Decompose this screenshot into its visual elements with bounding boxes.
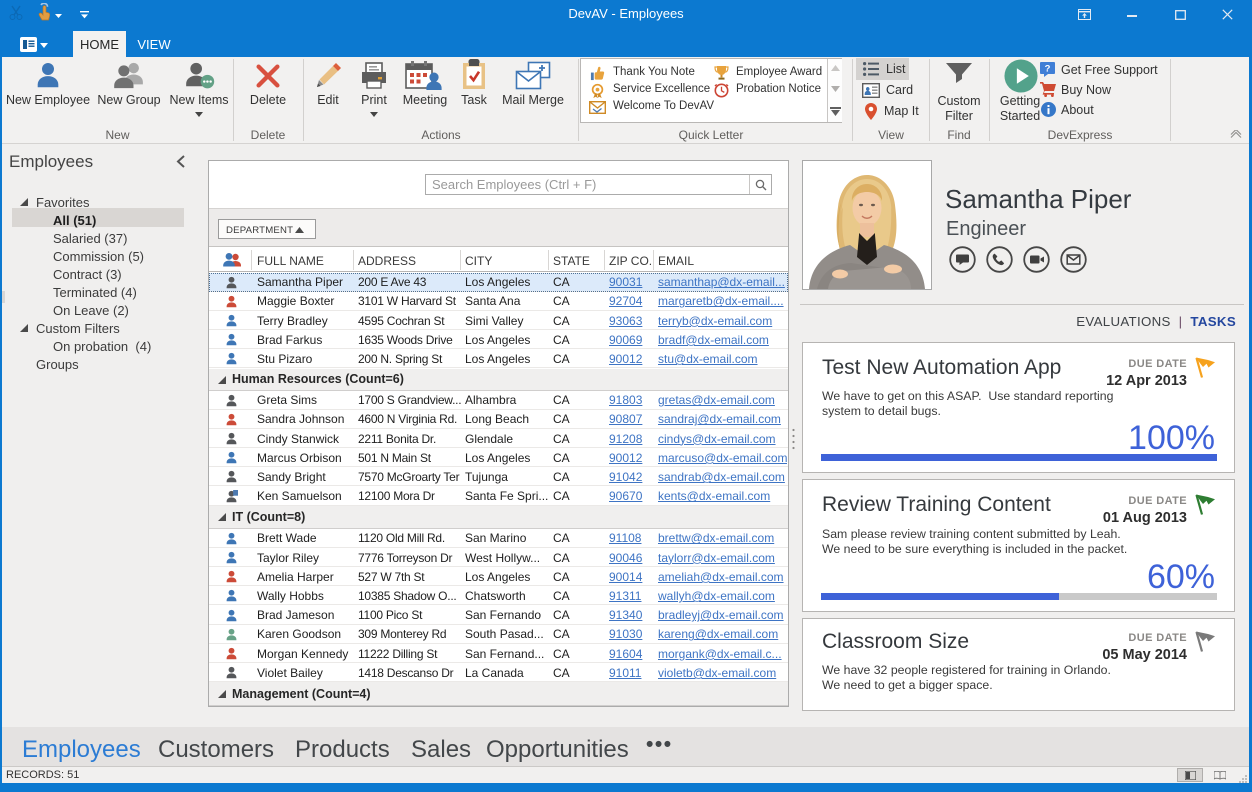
svg-text:?: ? [1045, 64, 1051, 75]
